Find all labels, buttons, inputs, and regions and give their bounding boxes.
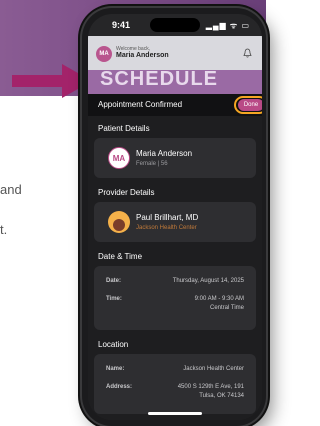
status-time: 9:41 (112, 20, 131, 30)
datetime-section-label: Date & Time (98, 252, 143, 261)
background-text-fragment: and (0, 182, 22, 197)
appointment-confirmed-modal: Appointment Confirmed Done Patient Detai… (88, 94, 262, 420)
pointer-arrow-icon (12, 64, 92, 98)
patient-avatar: MA (108, 147, 130, 169)
provider-facility: Jackson Health Center (136, 225, 197, 231)
time-value: 9:00 AM - 9:30 AM (194, 296, 244, 302)
patient-detail: Female | 56 (136, 161, 168, 167)
modal-title: Appointment Confirmed (98, 100, 183, 109)
provider-card: Paul Brillhart, MD Jackson Health Center (94, 202, 256, 242)
patient-name: Maria Anderson (136, 149, 193, 158)
phone-screen: 9:41 ▂▄▆ ᯤ ▭ MA Welcome back, Maria Ande… (88, 14, 262, 420)
location-name-label: Name: (106, 366, 125, 372)
status-icons: ▂▄▆ ᯤ ▭ (205, 21, 250, 30)
schedule-banner: SCHEDULE (88, 70, 262, 94)
address-line-1: 4500 S 129th E Ave, 191 (177, 384, 244, 390)
avatar[interactable]: MA (96, 46, 112, 62)
provider-name: Paul Brillhart, MD (136, 213, 199, 222)
datetime-card: Date: Thursday, August 14, 2025 Time: 9:… (94, 266, 256, 330)
home-indicator (148, 412, 202, 415)
location-name-value: Jackson Health Center (183, 366, 244, 372)
address-line-2: Tulsa, OK 74134 (199, 393, 244, 399)
modal-header: Appointment Confirmed Done (88, 94, 262, 116)
location-card: Name: Jackson Health Center Address: 450… (94, 354, 256, 414)
location-section-label: Location (98, 340, 129, 349)
bell-icon[interactable] (243, 48, 252, 61)
provider-section-label: Provider Details (98, 188, 155, 197)
patient-card: MA Maria Anderson Female | 56 (94, 138, 256, 178)
user-name: Maria Anderson (116, 52, 169, 59)
timezone-value: Central Time (209, 305, 244, 311)
dynamic-island (150, 18, 200, 32)
done-button[interactable]: Done (238, 99, 262, 111)
background-text-fragment: t. (0, 222, 8, 237)
banner-title: SCHEDULE (100, 70, 219, 90)
time-label: Time: (106, 296, 122, 302)
status-bar: 9:41 ▂▄▆ ᯤ ▭ (88, 14, 262, 36)
date-value: Thursday, August 14, 2025 (172, 278, 244, 284)
phone-frame: 9:41 ▂▄▆ ᯤ ▭ MA Welcome back, Maria Ande… (82, 8, 266, 426)
address-label: Address: (106, 384, 133, 390)
patient-section-label: Patient Details (98, 124, 150, 133)
app-header: MA Welcome back, Maria Anderson (88, 36, 262, 72)
provider-avatar (108, 211, 130, 233)
date-label: Date: (106, 278, 122, 284)
